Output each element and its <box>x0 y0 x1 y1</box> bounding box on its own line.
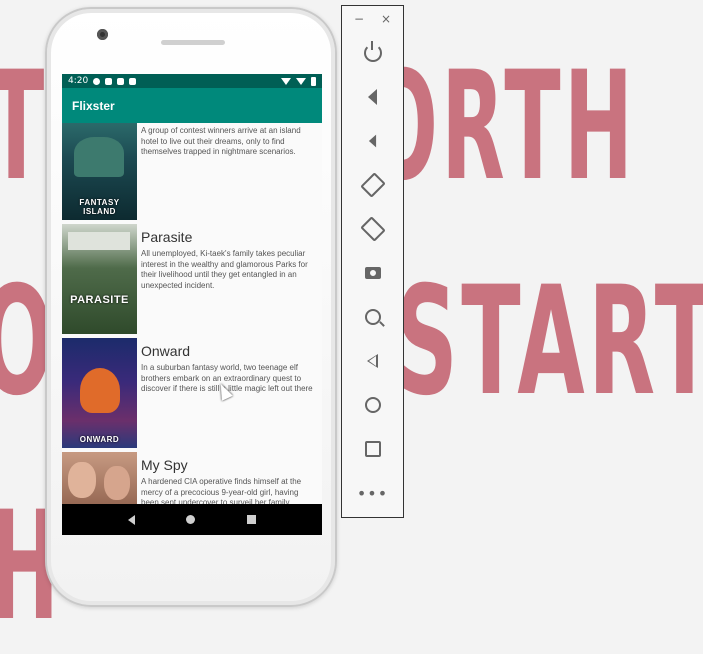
shield-icon <box>105 77 113 85</box>
movie-overview: A hardened CIA operative finds himself a… <box>141 477 302 504</box>
list-item[interactable]: ONWARD Onward In a suburban fantasy worl… <box>62 338 322 448</box>
camera-icon <box>364 267 381 279</box>
notification-icon <box>117 77 125 85</box>
poster-text: FANTASY ISLAND <box>79 198 120 216</box>
minimize-button[interactable]: − <box>354 12 364 26</box>
phone-screen: 4:20 Flixster FANTASY ISLAND A group of … <box>62 74 322 535</box>
rotate-right-button[interactable] <box>342 214 403 244</box>
settings-icon <box>93 77 101 85</box>
close-button[interactable]: × <box>381 12 391 26</box>
android-nav-bar <box>62 504 322 535</box>
movie-poster <box>62 452 137 504</box>
list-item[interactable]: PARASITE Parasite All unemployed, Ki-tae… <box>62 224 322 334</box>
volume-up-icon <box>368 89 377 105</box>
status-time: 4:20 <box>68 76 89 86</box>
battery-icon <box>311 76 316 86</box>
earpiece-speaker <box>161 40 225 45</box>
back-button[interactable] <box>342 346 403 376</box>
recents-icon[interactable] <box>247 515 257 524</box>
volume-down-button[interactable] <box>342 126 403 156</box>
list-item[interactable]: FANTASY ISLAND A group of contest winner… <box>62 123 322 220</box>
more-icon: ••• <box>356 483 389 503</box>
home-icon[interactable] <box>186 515 196 524</box>
app-title: Flixster <box>72 98 115 113</box>
movie-poster: PARASITE <box>62 224 137 334</box>
power-icon <box>363 41 382 62</box>
movie-title: Parasite <box>141 229 193 245</box>
movie-list[interactable]: FANTASY ISLAND A group of contest winner… <box>62 123 322 504</box>
front-camera <box>97 29 108 40</box>
home-icon <box>364 397 381 413</box>
rotate-left-icon <box>359 172 386 198</box>
list-item[interactable]: My Spy A hardened CIA operative finds hi… <box>62 452 322 504</box>
zoom-button[interactable] <box>342 302 403 332</box>
back-icon <box>367 354 378 368</box>
movie-poster: FANTASY ISLAND <box>62 123 137 220</box>
screenshot-button[interactable] <box>342 258 403 288</box>
rotate-left-button[interactable] <box>342 170 403 200</box>
more-button[interactable]: ••• <box>342 478 403 508</box>
rotate-right-icon <box>359 216 386 242</box>
sim-icon <box>129 77 137 85</box>
movie-overview: A group of contest winners arrive at an … <box>141 126 301 156</box>
movie-poster: ONWARD <box>62 338 137 448</box>
power-button[interactable] <box>342 38 403 68</box>
volume-down-icon <box>368 134 377 148</box>
wifi-icon <box>281 77 291 85</box>
app-bar: Flixster <box>62 88 322 123</box>
movie-overview: All unemployed, Ki-taek's family takes p… <box>141 249 308 290</box>
status-bar: 4:20 <box>62 74 322 88</box>
overview-icon <box>364 441 381 457</box>
home-button[interactable] <box>342 390 403 420</box>
poster-text: PARASITE <box>70 294 129 306</box>
phone-device: 4:20 Flixster FANTASY ISLAND A group of … <box>45 7 337 607</box>
poster-text: ONWARD <box>79 435 120 444</box>
zoom-icon <box>364 309 381 325</box>
volume-up-button[interactable] <box>342 82 403 112</box>
movie-title: Onward <box>141 343 191 359</box>
back-icon[interactable] <box>127 514 135 525</box>
signal-icon <box>296 77 306 85</box>
emulator-toolbar: − × ••• <box>341 5 404 518</box>
overview-button[interactable] <box>342 434 403 464</box>
movie-title: My Spy <box>141 457 188 473</box>
